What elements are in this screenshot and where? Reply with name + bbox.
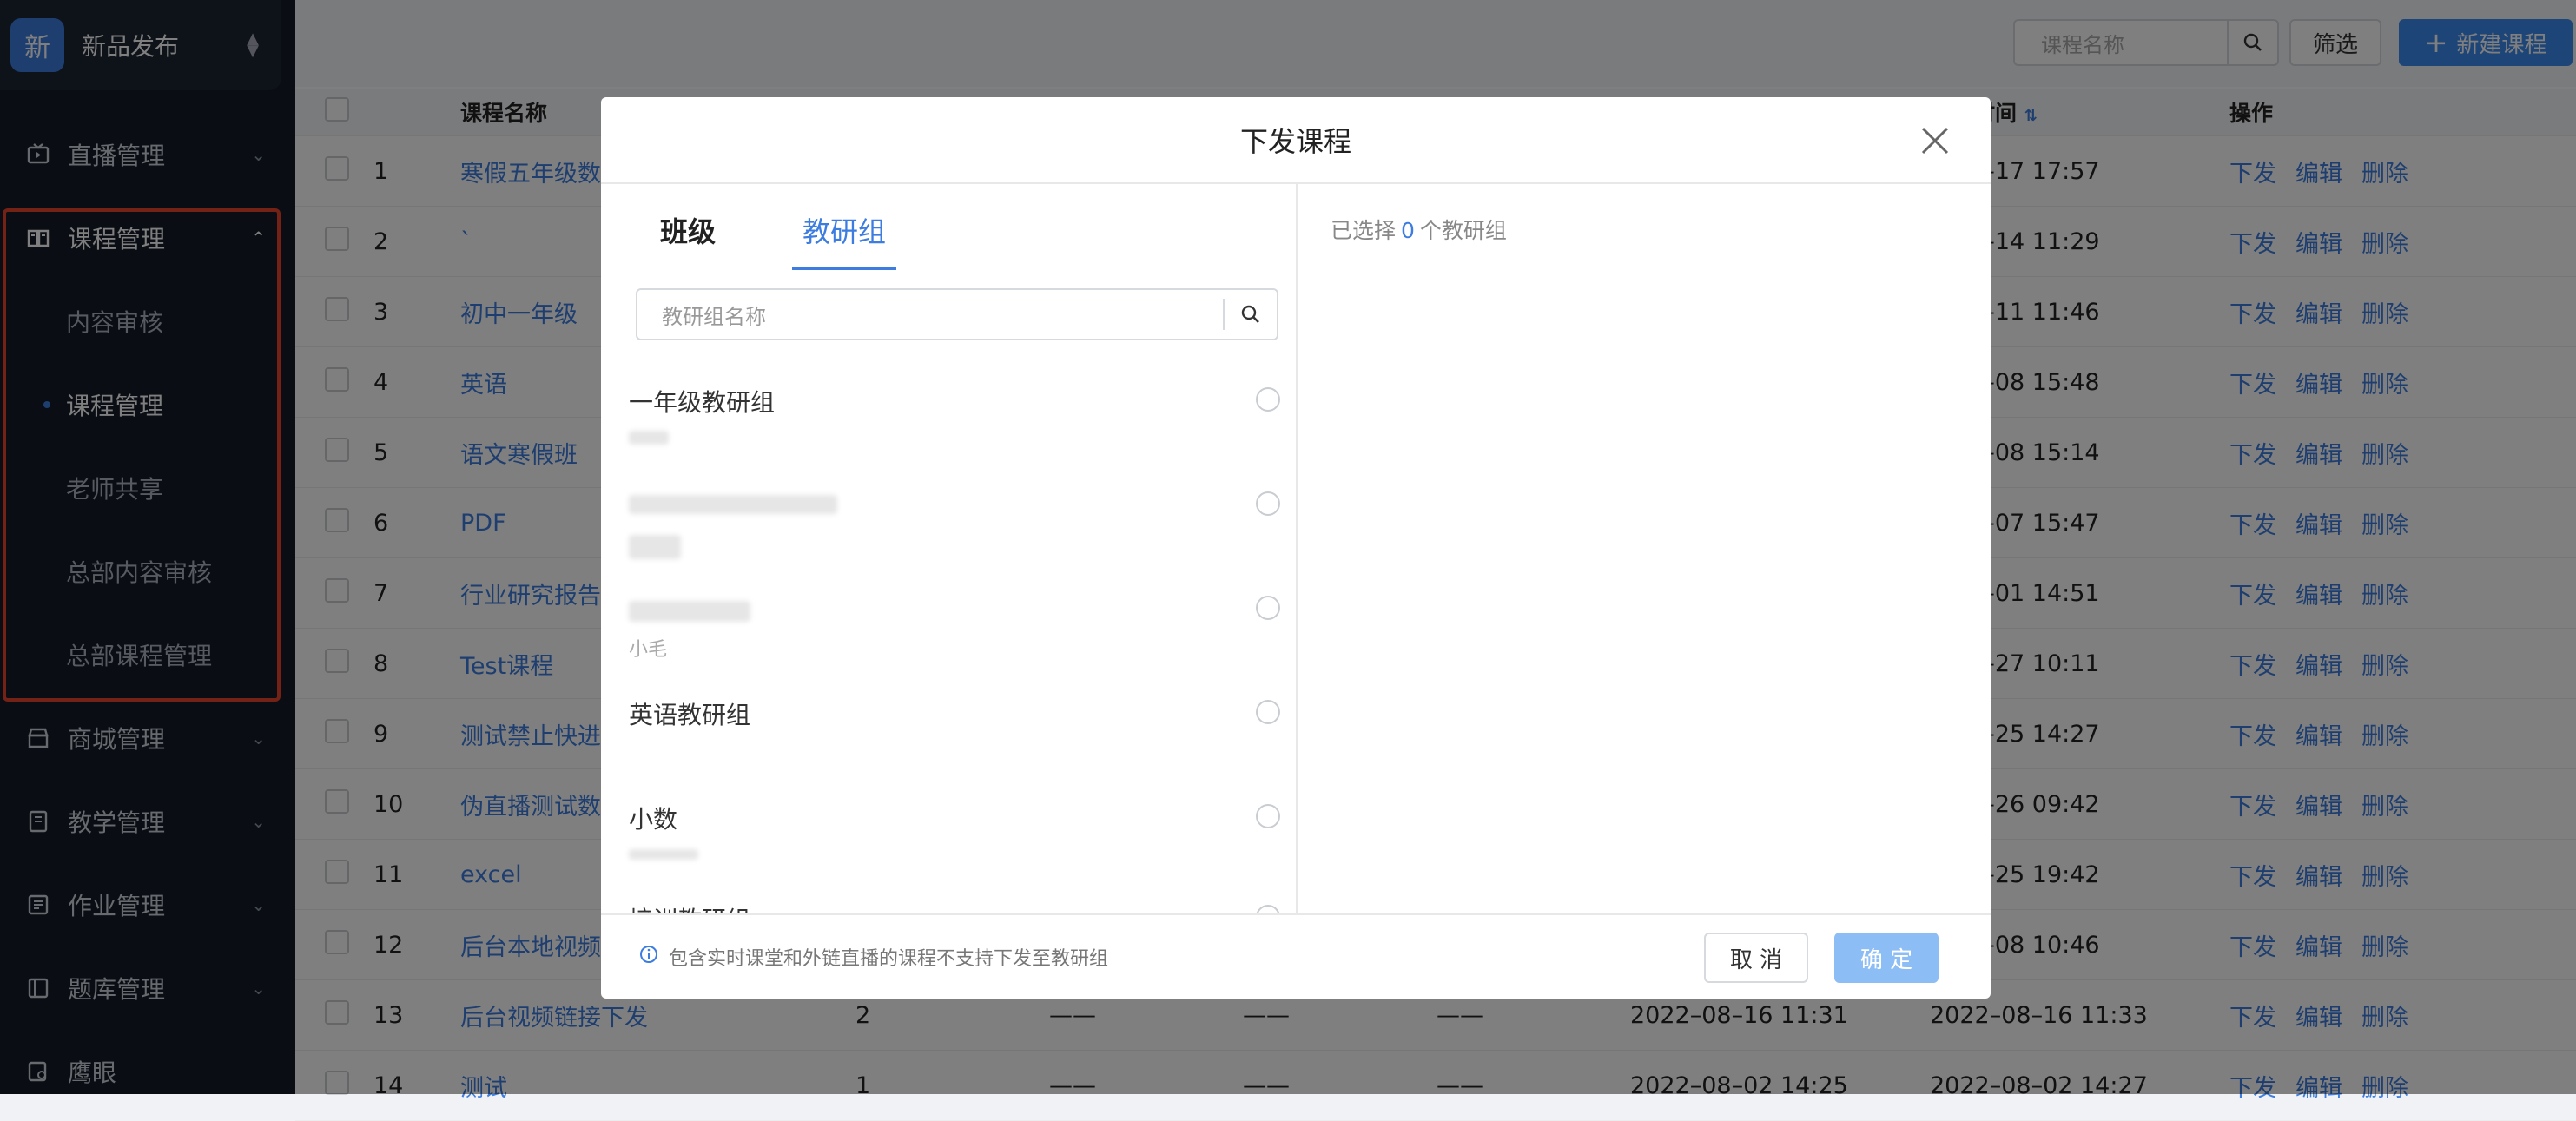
tab-class[interactable]: 班级	[660, 210, 716, 250]
group-radio[interactable]	[1256, 804, 1280, 828]
redacted-text	[629, 535, 681, 559]
list-item[interactable]: 一年级教研组	[629, 384, 1280, 488]
modal-footer: 包含实时课堂和外链直播的课程不支持下发至教研组 取 消 确 定	[601, 913, 1991, 999]
search-icon[interactable]	[1223, 299, 1277, 330]
list-item[interactable]: 小数	[629, 801, 1280, 905]
redacted-text	[629, 849, 698, 860]
redacted-text	[629, 601, 750, 622]
cancel-button[interactable]: 取 消	[1704, 933, 1808, 983]
group-radio[interactable]	[1256, 387, 1280, 412]
selected-pane: 已选择 0 个教研组	[1298, 184, 1991, 913]
info-icon	[639, 945, 658, 969]
tip: 包含实时课堂和外链直播的课程不支持下发至教研组	[639, 943, 1108, 971]
confirm-button[interactable]: 确 定	[1834, 933, 1939, 983]
tip-text: 包含实时课堂和外链直播的课程不支持下发至教研组	[669, 948, 1109, 970]
tab-research-group[interactable]: 教研组	[803, 210, 886, 250]
group-name: 培训教研组	[629, 901, 750, 913]
group-radio[interactable]	[1256, 700, 1280, 724]
modal-tabs: 班级 教研组	[601, 184, 1296, 271]
redacted-text	[629, 431, 669, 445]
issue-course-modal: 下发课程 班级 教研组 教研组名称 一年级教研组 小毛 英语教研组 小数 已选择…	[601, 97, 1991, 999]
redacted-text	[629, 495, 837, 514]
group-name: 小数	[629, 805, 678, 834]
group-search-input[interactable]: 教研组名称	[636, 288, 1278, 340]
close-icon[interactable]	[1918, 123, 1952, 158]
group-search-placeholder: 教研组名称	[662, 304, 766, 329]
list-item[interactable]: 英语教研组	[629, 696, 1280, 801]
selected-count: 0	[1401, 218, 1415, 243]
list-item[interactable]	[629, 488, 1280, 592]
group-name: 一年级教研组	[629, 388, 776, 417]
group-radio[interactable]	[1256, 905, 1280, 913]
group-pane: 班级 教研组 教研组名称 一年级教研组 小毛 英语教研组 小数	[601, 184, 1298, 913]
active-tab-indicator	[792, 267, 896, 270]
group-name: 英语教研组	[629, 701, 751, 729]
group-radio[interactable]	[1256, 491, 1280, 516]
list-item[interactable]: 小毛	[629, 592, 1280, 696]
modal-title: 下发课程	[1239, 125, 1351, 158]
modal-header: 下发课程	[601, 97, 1991, 184]
group-radio[interactable]	[1256, 596, 1280, 620]
list-item[interactable]: 培训教研组	[629, 901, 1280, 913]
selected-count-text: 已选择 0 个教研组	[1331, 218, 1507, 243]
group-owner: 小毛	[629, 639, 668, 661]
